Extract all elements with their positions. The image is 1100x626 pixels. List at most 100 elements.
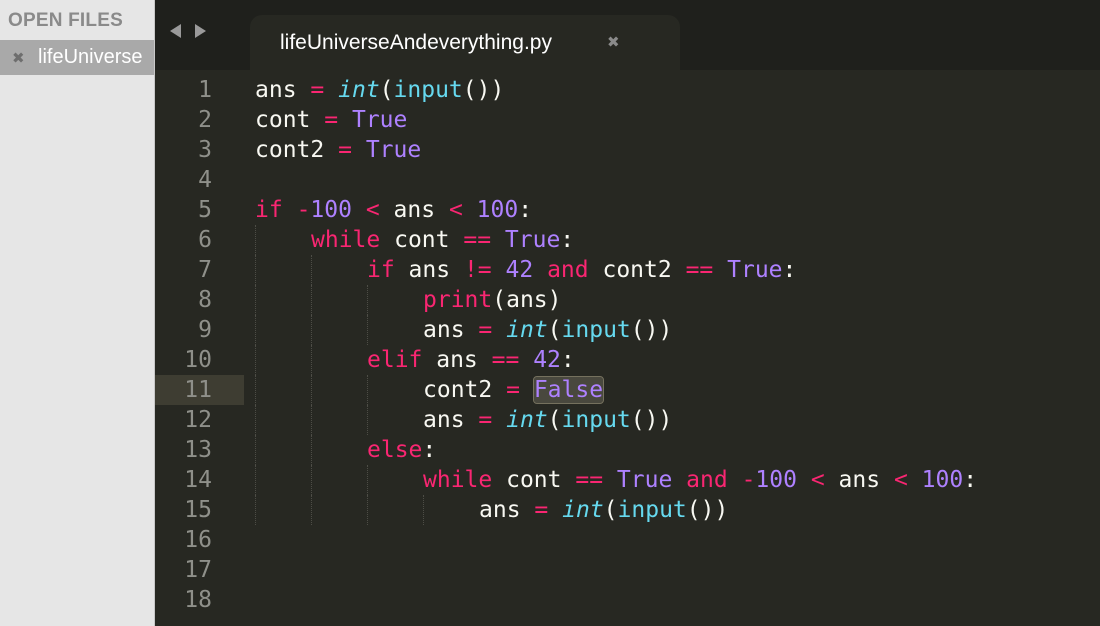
open-files-header: OPEN FILES bbox=[8, 10, 123, 31]
code-token: and bbox=[686, 467, 728, 493]
code-line[interactable]: 9 ans = int(input()) bbox=[155, 315, 1100, 345]
tab-file[interactable]: lifeUniverseAndeverything.py ✖ bbox=[250, 15, 680, 70]
code-token: - bbox=[296, 197, 311, 223]
code-token: True bbox=[616, 467, 673, 493]
indent-guide bbox=[311, 375, 312, 405]
open-file-name[interactable]: lifeUniverse bbox=[38, 46, 142, 69]
code-text: ans = int(input()) bbox=[423, 315, 672, 345]
line-number: 14 bbox=[184, 467, 212, 493]
code-text: cont = True bbox=[255, 105, 407, 135]
close-icon[interactable]: ✖ bbox=[12, 49, 26, 67]
code-line[interactable]: 13 else: bbox=[155, 435, 1100, 465]
indent-guide bbox=[255, 225, 256, 255]
code-token: if bbox=[367, 257, 395, 283]
indent-guide bbox=[423, 495, 424, 525]
code-token: 42 bbox=[505, 257, 534, 283]
indent-guide bbox=[311, 435, 312, 465]
line-number: 6 bbox=[198, 227, 212, 253]
indent-guide bbox=[367, 465, 368, 495]
code-token: 100 bbox=[921, 467, 964, 493]
code-token: input bbox=[561, 317, 631, 343]
code-line[interactable]: 10 elif ans == 42: bbox=[155, 345, 1100, 375]
code-editor[interactable]: 1 ans = int(input()) 2 cont = True 3 cont2 = … bbox=[155, 75, 1100, 626]
line-number: 10 bbox=[184, 347, 212, 373]
code-token: == bbox=[491, 347, 520, 373]
code-line[interactable]: 14 while cont == True and -100 < ans < 10… bbox=[155, 465, 1100, 495]
line-number: 18 bbox=[184, 587, 212, 613]
code-token: ( bbox=[379, 77, 394, 103]
code-token: : bbox=[963, 467, 978, 493]
code-line[interactable]: 5 if -100 < ans < 100: bbox=[155, 195, 1100, 225]
close-icon[interactable]: ✖ bbox=[607, 33, 620, 51]
code-line[interactable]: 1 ans = int(input()) bbox=[155, 75, 1100, 105]
code-token: 100 bbox=[476, 197, 519, 223]
code-line[interactable]: 4 bbox=[155, 165, 1100, 195]
code-token: cont2 bbox=[588, 257, 686, 283]
line-number: 15 bbox=[184, 497, 212, 523]
code-token: 42 bbox=[533, 347, 561, 373]
line-number: 4 bbox=[198, 167, 212, 193]
arrow-right-icon[interactable] bbox=[195, 24, 206, 38]
code-token: = bbox=[310, 77, 325, 103]
code-text: print(ans) bbox=[423, 285, 562, 315]
code-token: elif bbox=[367, 347, 423, 373]
indent-guide bbox=[311, 405, 312, 435]
code-token: : bbox=[518, 197, 533, 223]
code-line[interactable]: 11 cont2 = False bbox=[155, 375, 1100, 405]
code-token: while bbox=[311, 227, 381, 253]
code-token: 100 bbox=[310, 197, 352, 223]
line-number: 8 bbox=[198, 287, 212, 313]
indent-guide bbox=[311, 495, 312, 525]
code-line[interactable]: 16 bbox=[155, 525, 1100, 555]
tab-title[interactable]: lifeUniverseAndeverything.py bbox=[280, 31, 552, 55]
code-text: cont2 = False bbox=[423, 375, 605, 405]
arrow-left-icon[interactable] bbox=[170, 24, 181, 38]
code-line[interactable]: 12 ans = int(input()) bbox=[155, 405, 1100, 435]
line-number: 12 bbox=[184, 407, 212, 433]
indent-guide bbox=[311, 315, 312, 345]
code-line[interactable]: 6 while cont == True: bbox=[155, 225, 1100, 255]
code-token: ( bbox=[547, 407, 562, 433]
code-token: ans bbox=[255, 77, 297, 103]
code-token: input bbox=[617, 497, 687, 523]
code-line[interactable]: 7 if ans != 42 and cont2 == True: bbox=[155, 255, 1100, 285]
indent-guide bbox=[255, 255, 256, 285]
code-line[interactable]: 18 bbox=[155, 585, 1100, 615]
code-line[interactable]: 2 cont = True bbox=[155, 105, 1100, 135]
code-token: < bbox=[365, 197, 380, 223]
code-text: ans = int(input()) bbox=[479, 495, 728, 525]
indent-guide bbox=[255, 405, 256, 435]
code-line[interactable]: 15 ans = int(input()) bbox=[155, 495, 1100, 525]
code-token: ( bbox=[603, 497, 618, 523]
line-number: 9 bbox=[198, 317, 212, 343]
code-line[interactable]: 17 bbox=[155, 555, 1100, 585]
code-token: ans bbox=[824, 467, 894, 493]
code-text: while cont == True and -100 < ans < 100: bbox=[423, 465, 977, 495]
code-line[interactable]: 8 print(ans) bbox=[155, 285, 1100, 315]
code-token: = bbox=[478, 317, 493, 343]
code-token: True bbox=[351, 107, 408, 133]
code-token: ans bbox=[394, 257, 464, 283]
code-token: < bbox=[810, 467, 825, 493]
tab-nav bbox=[170, 24, 206, 38]
line-number: 1 bbox=[198, 77, 212, 103]
code-token: ( bbox=[547, 317, 562, 343]
open-file-item[interactable]: ✖ lifeUniverse bbox=[0, 40, 154, 75]
code-token: True bbox=[504, 227, 561, 253]
code-token: - bbox=[741, 467, 756, 493]
code-line[interactable]: 3 cont2 = True bbox=[155, 135, 1100, 165]
code-token: = bbox=[534, 497, 549, 523]
code-text: while cont == True: bbox=[311, 225, 574, 255]
indent-guide bbox=[255, 435, 256, 465]
